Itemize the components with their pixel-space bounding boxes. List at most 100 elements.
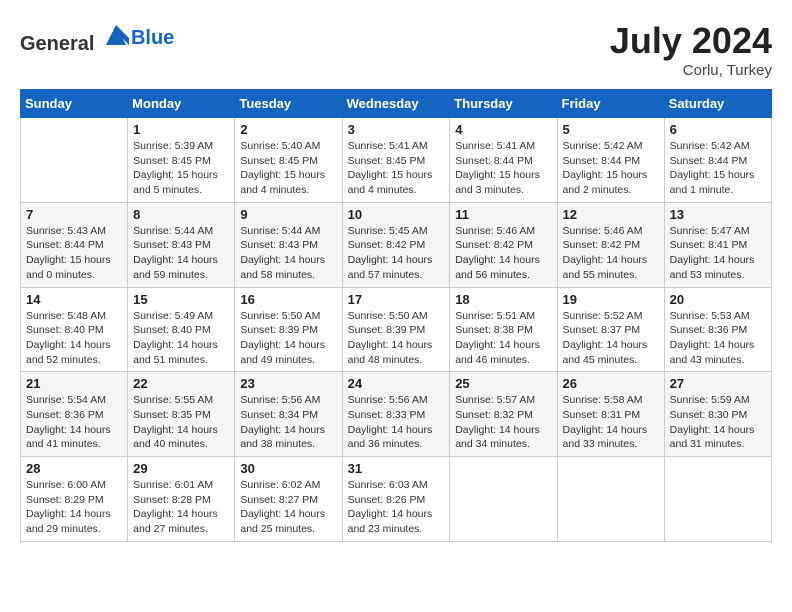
calendar-cell: 11 Sunrise: 5:46 AM Sunset: 8:42 PM Dayli… <box>450 202 557 287</box>
day-number: 25 <box>455 376 551 391</box>
day-number: 17 <box>348 292 445 307</box>
day-info: Sunrise: 5:41 AM Sunset: 8:44 PM Dayligh… <box>455 139 551 198</box>
calendar-cell <box>450 457 557 542</box>
day-info: Sunrise: 5:44 AM Sunset: 8:43 PM Dayligh… <box>133 224 229 283</box>
weekday-header-thursday: Thursday <box>450 90 557 118</box>
calendar-cell: 7 Sunrise: 5:43 AM Sunset: 8:44 PM Daylig… <box>21 202 128 287</box>
title-block: July 2024 Corlu, Turkey <box>610 20 772 79</box>
day-number: 11 <box>455 207 551 222</box>
calendar-cell: 25Sunrise: 5:57 AM Sunset: 8:32 PM Dayli… <box>450 372 557 457</box>
day-number: 9 <box>240 207 336 222</box>
day-number: 30 <box>240 461 336 476</box>
calendar-cell <box>664 457 771 542</box>
day-number: 18 <box>455 292 551 307</box>
day-info: Sunrise: 5:41 AM Sunset: 8:45 PM Dayligh… <box>348 139 445 198</box>
calendar-cell: 9 Sunrise: 5:44 AM Sunset: 8:43 PM Daylig… <box>235 202 342 287</box>
calendar-cell: 21Sunrise: 5:54 AM Sunset: 8:36 PM Dayli… <box>21 372 128 457</box>
day-info: Sunrise: 5:46 AM Sunset: 8:42 PM Dayligh… <box>455 224 551 283</box>
weekday-header-wednesday: Wednesday <box>342 90 450 118</box>
day-info: Sunrise: 5:40 AM Sunset: 8:45 PM Dayligh… <box>240 139 336 198</box>
calendar-cell: 24Sunrise: 5:56 AM Sunset: 8:33 PM Dayli… <box>342 372 450 457</box>
day-number: 23 <box>240 376 336 391</box>
calendar-cell: 12Sunrise: 5:46 AM Sunset: 8:42 PM Dayli… <box>557 202 664 287</box>
calendar-week-row: 21Sunrise: 5:54 AM Sunset: 8:36 PM Dayli… <box>21 372 772 457</box>
calendar-cell: 15Sunrise: 5:49 AM Sunset: 8:40 PM Dayli… <box>128 287 235 372</box>
calendar-cell: 26 Sunrise: 5:58 AM Sunset: 8:31 PM Dayli… <box>557 372 664 457</box>
calendar-cell: 2 Sunrise: 5:40 AM Sunset: 8:45 PM Daylig… <box>235 118 342 203</box>
day-info: Sunrise: 6:00 AM Sunset: 8:29 PM Dayligh… <box>26 478 122 537</box>
calendar-cell: 1 Sunrise: 5:39 AM Sunset: 8:45 PM Daylig… <box>128 118 235 203</box>
calendar-week-row: 14 Sunrise: 5:48 AM Sunset: 8:40 PM Dayli… <box>21 287 772 372</box>
day-info: Sunrise: 5:48 AM Sunset: 8:40 PM Dayligh… <box>26 309 122 368</box>
calendar-cell: 31Sunrise: 6:03 AM Sunset: 8:26 PM Dayli… <box>342 457 450 542</box>
month-year-title: July 2024 <box>610 20 772 62</box>
weekday-header-tuesday: Tuesday <box>235 90 342 118</box>
day-number: 27 <box>670 376 766 391</box>
calendar-cell: 8 Sunrise: 5:44 AM Sunset: 8:43 PM Daylig… <box>128 202 235 287</box>
day-number: 4 <box>455 122 551 137</box>
calendar-cell: 5 Sunrise: 5:42 AM Sunset: 8:44 PM Daylig… <box>557 118 664 203</box>
calendar-cell: 27 Sunrise: 5:59 AM Sunset: 8:30 PM Dayli… <box>664 372 771 457</box>
calendar-cell: 3 Sunrise: 5:41 AM Sunset: 8:45 PM Daylig… <box>342 118 450 203</box>
day-info: Sunrise: 5:56 AM Sunset: 8:33 PM Dayligh… <box>348 393 445 452</box>
day-number: 5 <box>563 122 659 137</box>
day-number: 2 <box>240 122 336 137</box>
weekday-header-sunday: Sunday <box>21 90 128 118</box>
day-number: 20 <box>670 292 766 307</box>
day-number: 7 <box>26 207 122 222</box>
calendar-cell: 6 Sunrise: 5:42 AM Sunset: 8:44 PM Daylig… <box>664 118 771 203</box>
day-info: Sunrise: 5:45 AM Sunset: 8:42 PM Dayligh… <box>348 224 445 283</box>
day-info: Sunrise: 6:01 AM Sunset: 8:28 PM Dayligh… <box>133 478 229 537</box>
calendar-cell: 20Sunrise: 5:53 AM Sunset: 8:36 PM Dayli… <box>664 287 771 372</box>
calendar-week-row: 7 Sunrise: 5:43 AM Sunset: 8:44 PM Daylig… <box>21 202 772 287</box>
day-number: 21 <box>26 376 122 391</box>
day-number: 29 <box>133 461 229 476</box>
day-info: Sunrise: 5:52 AM Sunset: 8:37 PM Dayligh… <box>563 309 659 368</box>
calendar-cell: 16Sunrise: 5:50 AM Sunset: 8:39 PM Dayli… <box>235 287 342 372</box>
day-info: Sunrise: 5:59 AM Sunset: 8:30 PM Dayligh… <box>670 393 766 452</box>
day-number: 10 <box>348 207 445 222</box>
day-number: 14 <box>26 292 122 307</box>
day-number: 15 <box>133 292 229 307</box>
day-info: Sunrise: 5:42 AM Sunset: 8:44 PM Dayligh… <box>563 139 659 198</box>
calendar-cell: 10 Sunrise: 5:45 AM Sunset: 8:42 PM Dayli… <box>342 202 450 287</box>
day-number: 22 <box>133 376 229 391</box>
day-info: Sunrise: 5:58 AM Sunset: 8:31 PM Dayligh… <box>563 393 659 452</box>
calendar-cell <box>21 118 128 203</box>
calendar-cell: 28 Sunrise: 6:00 AM Sunset: 8:29 PM Dayli… <box>21 457 128 542</box>
calendar-cell: 22 Sunrise: 5:55 AM Sunset: 8:35 PM Dayli… <box>128 372 235 457</box>
day-info: Sunrise: 5:55 AM Sunset: 8:35 PM Dayligh… <box>133 393 229 452</box>
day-number: 13 <box>670 207 766 222</box>
calendar-cell: 23 Sunrise: 5:56 AM Sunset: 8:34 PM Dayli… <box>235 372 342 457</box>
day-number: 8 <box>133 207 229 222</box>
calendar-cell: 29 Sunrise: 6:01 AM Sunset: 8:28 PM Dayli… <box>128 457 235 542</box>
day-number: 3 <box>348 122 445 137</box>
calendar-cell: 18 Sunrise: 5:51 AM Sunset: 8:38 PM Dayli… <box>450 287 557 372</box>
logo-blue-text: Blue <box>131 27 174 49</box>
calendar-week-row: 28 Sunrise: 6:00 AM Sunset: 8:29 PM Dayli… <box>21 457 772 542</box>
day-number: 1 <box>133 122 229 137</box>
weekday-header-friday: Friday <box>557 90 664 118</box>
day-info: Sunrise: 5:56 AM Sunset: 8:34 PM Dayligh… <box>240 393 336 452</box>
day-info: Sunrise: 5:44 AM Sunset: 8:43 PM Dayligh… <box>240 224 336 283</box>
page-header: General Blue July 2024 Corlu, Turkey <box>20 20 772 79</box>
logo-general-text: General <box>20 33 94 55</box>
day-info: Sunrise: 5:51 AM Sunset: 8:38 PM Dayligh… <box>455 309 551 368</box>
day-info: Sunrise: 5:42 AM Sunset: 8:44 PM Dayligh… <box>670 139 766 198</box>
calendar-cell: 19 Sunrise: 5:52 AM Sunset: 8:37 PM Dayli… <box>557 287 664 372</box>
day-info: Sunrise: 5:39 AM Sunset: 8:45 PM Dayligh… <box>133 139 229 198</box>
day-info: Sunrise: 6:03 AM Sunset: 8:26 PM Dayligh… <box>348 478 445 537</box>
calendar-cell: 30 Sunrise: 6:02 AM Sunset: 8:27 PM Dayli… <box>235 457 342 542</box>
day-info: Sunrise: 5:47 AM Sunset: 8:41 PM Dayligh… <box>670 224 766 283</box>
day-number: 26 <box>563 376 659 391</box>
day-number: 6 <box>670 122 766 137</box>
day-number: 19 <box>563 292 659 307</box>
calendar-cell: 13 Sunrise: 5:47 AM Sunset: 8:41 PM Dayli… <box>664 202 771 287</box>
day-info: Sunrise: 5:50 AM Sunset: 8:39 PM Dayligh… <box>348 309 445 368</box>
day-number: 12 <box>563 207 659 222</box>
weekday-header-monday: Monday <box>128 90 235 118</box>
calendar-cell: 14 Sunrise: 5:48 AM Sunset: 8:40 PM Dayli… <box>21 287 128 372</box>
day-info: Sunrise: 6:02 AM Sunset: 8:27 PM Dayligh… <box>240 478 336 537</box>
day-number: 28 <box>26 461 122 476</box>
day-info: Sunrise: 5:43 AM Sunset: 8:44 PM Dayligh… <box>26 224 122 283</box>
